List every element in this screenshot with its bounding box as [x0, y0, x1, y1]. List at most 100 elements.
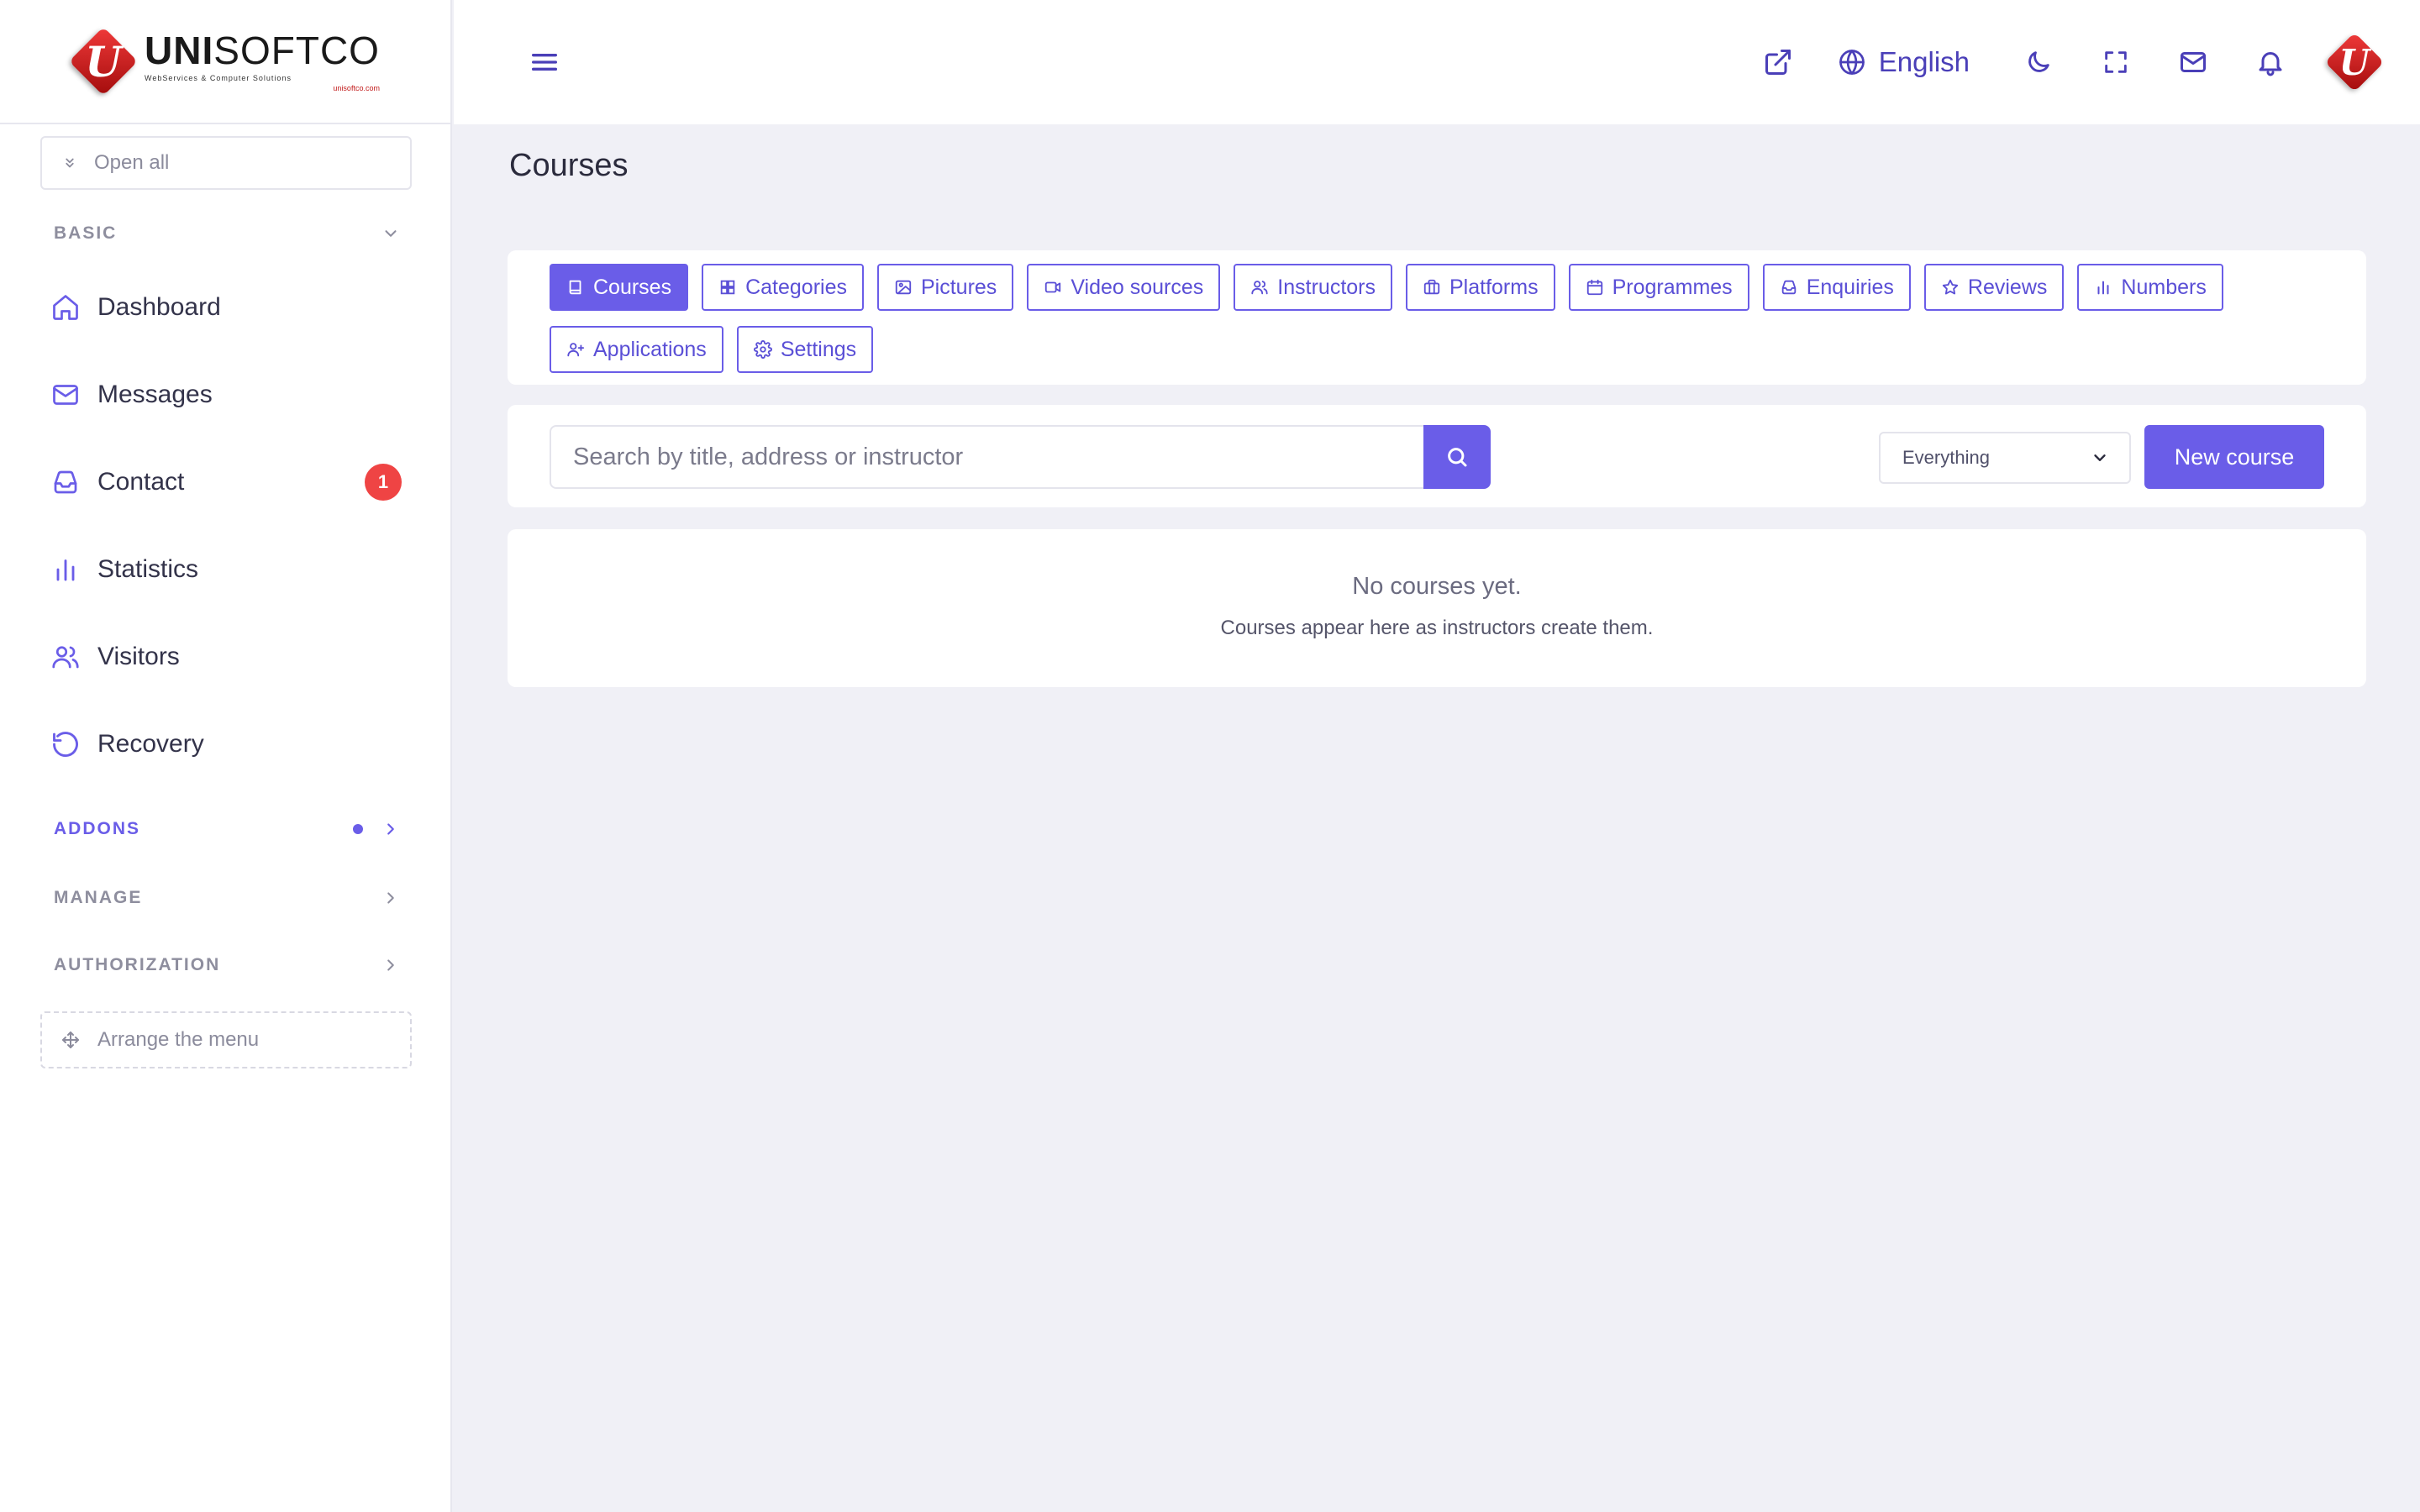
- users-icon: [1251, 281, 1268, 295]
- briefcase-icon: [1423, 279, 1440, 295]
- tab-numbers[interactable]: Numbers: [2077, 264, 2223, 311]
- move-icon: [62, 1032, 79, 1048]
- hamburger-icon: [532, 54, 557, 71]
- section-authorization-label: AUTHORIZATION: [54, 955, 221, 974]
- sidebar-item-visitors[interactable]: Visitors: [49, 632, 402, 682]
- brand-name: UNISOFTCO: [145, 28, 380, 72]
- gear-icon: [753, 340, 772, 359]
- sidebar-item-dashboard[interactable]: Dashboard: [49, 282, 402, 333]
- home-icon: [49, 291, 82, 324]
- brand-url: unisoftco.com: [333, 83, 380, 92]
- users-icon: [49, 640, 82, 674]
- bar-chart-icon: [2097, 281, 2109, 295]
- sidebar-item-label: Messages: [97, 381, 213, 408]
- tab-reviews[interactable]: Reviews: [1923, 264, 2065, 311]
- search-button[interactable]: [1423, 425, 1491, 489]
- open-all-label: Open all: [94, 151, 170, 174]
- chevron-right-icon: [387, 892, 394, 904]
- unread-count-badge: 1: [365, 464, 402, 501]
- bar-chart-icon: [49, 553, 82, 586]
- topbar: English U: [454, 0, 2420, 124]
- fullscreen-button[interactable]: [2097, 44, 2134, 81]
- tab-pictures[interactable]: Pictures: [877, 264, 1014, 311]
- inbox-icon: [1781, 280, 1796, 295]
- external-link-icon: [1765, 50, 1791, 75]
- avatar[interactable]: U: [2324, 32, 2385, 92]
- language-label: English: [1878, 46, 1970, 77]
- inbox-icon: [49, 465, 82, 499]
- menu-toggle-button[interactable]: [528, 45, 561, 79]
- history-icon: [49, 727, 82, 761]
- sidebar-item-contact[interactable]: Contact 1: [49, 457, 402, 507]
- page-title: Courses: [509, 148, 629, 183]
- tab-programmes[interactable]: Programmes: [1568, 264, 1749, 311]
- sidebar-item-label: Recovery: [97, 730, 204, 758]
- fullscreen-icon: [2105, 51, 2127, 73]
- moon-icon: [2028, 51, 2049, 72]
- search-input[interactable]: [550, 425, 1425, 489]
- section-manage-label: MANAGE: [54, 888, 143, 907]
- sidebar-item-label: Dashboard: [97, 293, 221, 321]
- empty-state-title: No courses yet.: [1352, 573, 1522, 600]
- chevron-right-icon: [387, 823, 394, 835]
- book-icon: [569, 280, 581, 295]
- logo-mark-icon: U: [69, 26, 139, 97]
- messages-button[interactable]: [2175, 44, 2212, 81]
- user-plus-icon: [567, 343, 585, 357]
- section-basic[interactable]: BASIC: [54, 223, 400, 244]
- tab-settings[interactable]: Settings: [736, 326, 874, 373]
- tab-instructors[interactable]: Instructors: [1234, 264, 1392, 311]
- new-indicator-dot: [353, 824, 363, 834]
- bell-icon: [2259, 52, 2282, 76]
- search-icon: [1448, 448, 1467, 467]
- sidebar-item-statistics[interactable]: Statistics: [49, 544, 402, 595]
- open-all-button[interactable]: Open all: [40, 136, 412, 190]
- chevron-down-icon: [2094, 454, 2106, 461]
- globe-icon: [1839, 50, 1865, 75]
- sidebar-item-messages[interactable]: Messages: [49, 370, 402, 420]
- empty-state: No courses yet. Courses appear here as i…: [508, 529, 2366, 687]
- new-course-button[interactable]: New course: [2144, 425, 2324, 489]
- arrange-menu-label: Arrange the menu: [97, 1028, 260, 1051]
- logo-area: U UNISOFTCO WebServices & Computer Solut…: [0, 0, 450, 124]
- notifications-button[interactable]: [2252, 44, 2289, 81]
- section-manage[interactable]: MANAGE: [54, 888, 400, 908]
- section-authorization[interactable]: AUTHORIZATION: [54, 955, 400, 975]
- sidebar-item-recovery[interactable]: Recovery: [49, 719, 402, 769]
- sidebar-item-label: Contact: [97, 468, 185, 496]
- tab-platforms[interactable]: Platforms: [1406, 264, 1555, 311]
- brand-logo[interactable]: U UNISOFTCO WebServices & Computer Solut…: [69, 26, 380, 97]
- sidebar-item-label: Statistics: [97, 555, 199, 583]
- status-filter-select[interactable]: Everything: [1879, 432, 2131, 484]
- open-site-button[interactable]: [1760, 44, 1797, 81]
- tab-video-sources[interactable]: Video sources: [1027, 264, 1221, 311]
- video-icon: [1045, 281, 1061, 293]
- sidebar: U UNISOFTCO WebServices & Computer Solut…: [0, 0, 452, 1512]
- empty-state-subtitle: Courses appear here as instructors creat…: [1220, 617, 1654, 639]
- image-icon: [895, 280, 912, 295]
- module-tabs: Courses Categories Pictures Video source…: [550, 264, 2324, 373]
- chevron-down-icon: [385, 230, 397, 237]
- tabs-card: Courses Categories Pictures Video source…: [508, 250, 2366, 385]
- section-addons-label: ADDONS: [54, 819, 141, 838]
- mail-icon: [49, 378, 82, 412]
- language-selector[interactable]: English: [1837, 46, 1970, 78]
- grid-icon: [720, 280, 735, 295]
- tab-applications[interactable]: Applications: [550, 326, 723, 373]
- brand-tagline: WebServices & Computer Solutions: [145, 73, 292, 82]
- tab-enquiries[interactable]: Enquiries: [1762, 264, 1911, 311]
- search-card: Everything New course: [508, 405, 2366, 507]
- section-basic-label: BASIC: [54, 223, 118, 243]
- star-icon: [1942, 279, 1959, 295]
- tab-categories[interactable]: Categories: [702, 264, 864, 311]
- chevrons-down-icon: [66, 158, 74, 168]
- calendar-icon: [1586, 279, 1602, 296]
- status-filter-value: Everything: [1902, 447, 1990, 468]
- arrange-menu-button[interactable]: Arrange the menu: [40, 1011, 412, 1068]
- chevron-right-icon: [387, 959, 394, 971]
- tab-courses[interactable]: Courses: [550, 264, 689, 311]
- section-addons[interactable]: ADDONS: [54, 819, 400, 839]
- sidebar-item-label: Visitors: [97, 643, 180, 670]
- dark-mode-toggle[interactable]: [2020, 44, 2057, 81]
- mail-icon: [2181, 52, 2206, 72]
